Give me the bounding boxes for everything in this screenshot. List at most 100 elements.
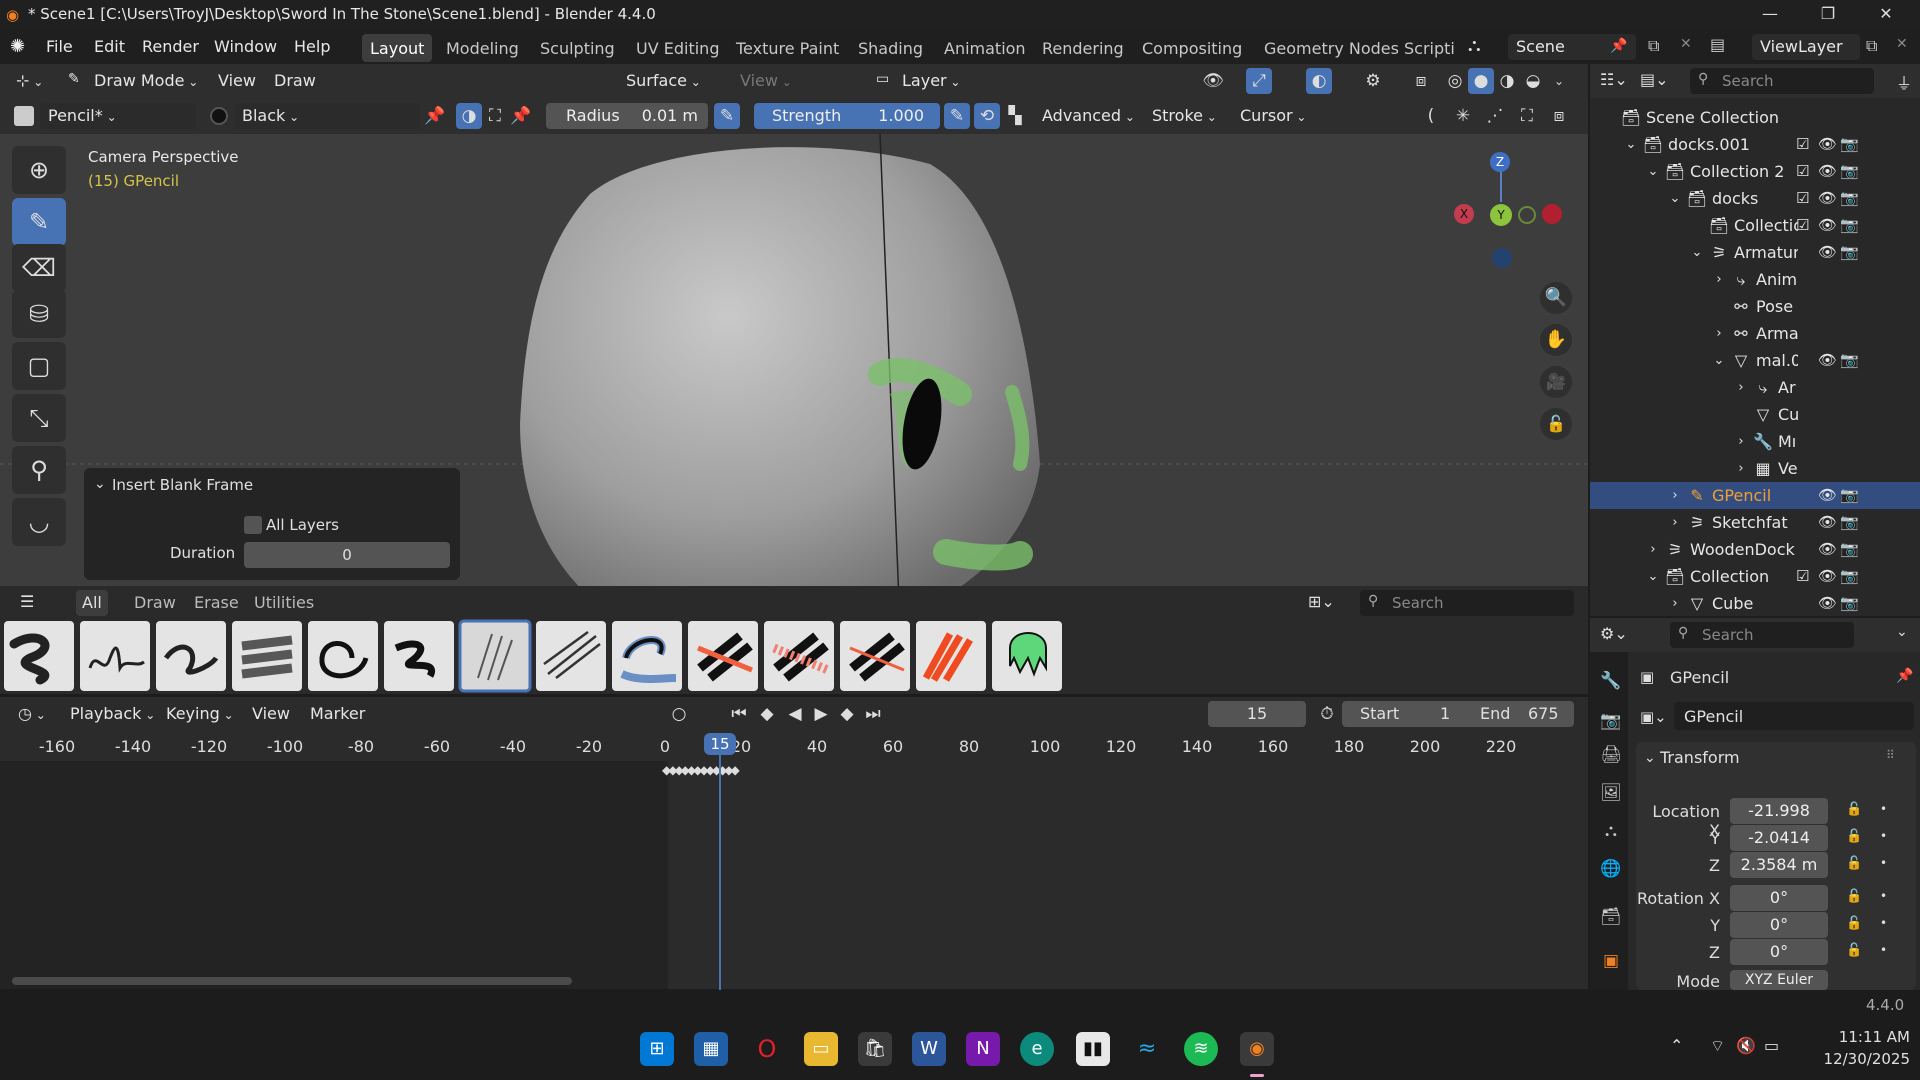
visibility-eye-icon[interactable]: 👁 [1818,216,1837,234]
pin-material-icon[interactable]: 📌 [422,103,448,129]
visibility-eye-icon[interactable]: 👁 [1818,513,1837,531]
rotation-mode-dropdown[interactable]: XYZ Euler [1730,970,1828,990]
visibility-eye-icon[interactable]: 👁 [1818,567,1837,585]
timeline-ruler[interactable]: -160 -140 -120 -100 -80 -60 -40 -20 0 20 40 60 80 100… [0,731,1588,761]
xray-options-icon[interactable]: ⚙ [1360,68,1386,94]
outliner-row[interactable]: ⌄▽ mal.0(👁📷 [1590,347,1920,374]
wifi-icon[interactable]: ⌔ [1710,1036,1725,1056]
visibility-eye-icon[interactable]: 👁 [1818,162,1837,180]
clock-date[interactable]: 12/30/2025 [1810,1050,1910,1068]
axis-neg-z-icon[interactable] [1492,248,1512,268]
viewlayer-icon[interactable]: ▤ [1710,35,1725,54]
jump-next-keyframe-icon[interactable]: ◆ [834,701,860,727]
shelf-tab-utilities[interactable]: Utilities [254,593,314,612]
expand-toggle-icon[interactable]: ⌄ [1620,134,1642,156]
erase-tool-icon[interactable]: ⌫ [12,244,66,292]
brush-marker-chisel[interactable] [308,621,378,691]
location-z-field[interactable]: 2.3584 m [1730,852,1828,878]
drag-handle-icon[interactable]: ⠿ [1886,748,1895,762]
exclude-checkbox[interactable]: ☑ [1796,567,1809,585]
layer-dropdown[interactable]: Layer [894,68,968,94]
outliner-row[interactable]: ⌄ 🗃 docks ☑ 👁 📷 [1590,185,1920,212]
menu-window[interactable]: Window [214,37,277,56]
outliner-row[interactable]: › ⤷ Anima [1590,266,1920,293]
jump-end-icon[interactable]: ⏭ [860,701,886,727]
render-camera-icon[interactable]: 📷 [1840,189,1859,207]
outliner-editor-icon[interactable]: ☷⌄ [1600,70,1628,89]
duration-field[interactable]: 0 [244,542,450,568]
output-tab-icon[interactable]: 🖨 [1598,742,1624,768]
navigation-gizmo[interactable]: Z X Y [1440,152,1562,268]
lock-icon[interactable]: 🔓 [1846,889,1862,904]
expand-toggle-icon[interactable]: › [1708,269,1730,291]
object-tab-icon[interactable]: ▣ [1598,948,1624,974]
close-icon[interactable]: ✕ [1866,4,1906,26]
onenote-icon[interactable]: N [966,1032,1000,1066]
keying-menu[interactable]: Keying [158,701,242,727]
tab-animation[interactable]: Animation [936,34,1034,62]
box-shape-tool-icon[interactable]: ▢ [12,342,66,390]
guides-icon[interactable]: ⋰ [1482,103,1508,129]
exclude-checkbox[interactable]: ☑ [1796,135,1809,153]
keyframe-dot-icon[interactable]: • [1880,916,1887,930]
edge-icon[interactable]: e [1020,1032,1054,1066]
play-icon[interactable]: ▶ [808,701,834,727]
object-name-field[interactable]: GPencil [1674,702,1914,730]
axis-z-icon[interactable]: Z [1490,152,1510,172]
shading-options-icon[interactable]: ⌄ [1546,68,1572,94]
outliner-row[interactable]: ⌄ 🗃 Collection 2 ☑ 👁 📷 [1590,158,1920,185]
new-viewlayer-icon[interactable]: ⧉ [1866,36,1877,56]
playhead-frame[interactable]: 15 [704,733,736,755]
auto-keying-icon[interactable]: ○ [666,701,692,727]
world-tab-icon[interactable]: 🌐 [1598,856,1624,882]
keyframe-dot-icon[interactable]: • [1880,943,1887,957]
clock-time[interactable]: 11:11 AM [1810,1028,1910,1046]
outliner-search[interactable]: ⚲ Search [1690,68,1874,94]
viewlayer-field[interactable]: ViewLayer [1752,34,1860,60]
wireframe-shading-icon[interactable]: ◎ [1442,68,1468,94]
strength-pressure-icon[interactable]: ✎ [944,103,970,129]
pin-icon[interactable]: 📌 [1610,38,1627,54]
axis-neg-y-icon[interactable] [1518,206,1536,224]
cursor-dropdown[interactable]: Cursor [1232,103,1314,129]
jump-start-icon[interactable]: ⏮ [726,701,752,727]
minimize-icon[interactable]: — [1750,4,1790,26]
outliner-row[interactable]: › ⚞ WoodenDock 👁 📷 [1590,536,1920,563]
lock-icon[interactable]: 🔓 [1846,856,1862,871]
visibility-eye-icon[interactable]: 👁 [1818,189,1837,207]
render-camera-icon[interactable]: 📷 [1840,540,1859,558]
outliner-row[interactable]: ›⚯ Armat [1590,320,1920,347]
start-value[interactable]: 1 [1440,704,1450,723]
timeline-editor-type-icon[interactable]: ◷ [10,701,54,727]
delete-scene-icon[interactable]: ✕ [1680,36,1692,52]
hamburger-icon[interactable]: ☰ [20,592,34,611]
tab-scripting[interactable]: Scripti [1396,34,1458,62]
expand-toggle-icon[interactable]: › [1730,431,1752,453]
expand-toggle-icon[interactable]: ⌄ [1708,350,1730,372]
expand-toggle-icon[interactable]: ⌄ [1642,161,1664,183]
pin-brush-icon[interactable]: 📌 [508,103,534,129]
rotation-z-field[interactable]: 0° [1730,939,1828,965]
blender-taskbar-icon[interactable]: ◉ [1240,1032,1274,1066]
outliner-row[interactable]: › ✎ GPencil 👁 📷 [1590,482,1920,509]
blender-menu-icon[interactable]: ✺ [10,36,25,57]
expand-toggle-icon[interactable]: › [1664,593,1686,615]
snap-icon[interactable]: ⛶ [1514,103,1540,129]
keyframe-dot-icon[interactable]: • [1880,856,1887,870]
expand-toggle-icon[interactable]: ⌄ [1686,242,1708,264]
dolphin-app-icon[interactable]: ≈ [1130,1032,1164,1066]
keyframe-dot-icon[interactable]: • [1880,802,1887,816]
tab-compositing[interactable]: Compositing [1134,34,1250,62]
tab-rendering[interactable]: Rendering [1034,34,1132,62]
all-layers-checkbox[interactable] [244,516,262,534]
expand-toggle-icon[interactable]: › [1664,485,1686,507]
exclude-checkbox[interactable]: ☑ [1796,162,1809,180]
expand-toggle-icon[interactable]: › [1730,458,1752,480]
tab-layout[interactable]: Layout [362,34,433,62]
outliner-row[interactable]: › ▽ Cube 👁 📷 [1590,590,1920,617]
filter-icon[interactable]: ⏚ [1896,70,1912,94]
gizmo-icon[interactable]: ⤢ [1246,68,1272,94]
store-calendar-icon[interactable]: ▦ [694,1032,728,1066]
tab-geometry-nodes[interactable]: Geometry Nodes [1256,34,1407,62]
expand-toggle-icon[interactable]: › [1642,539,1664,561]
